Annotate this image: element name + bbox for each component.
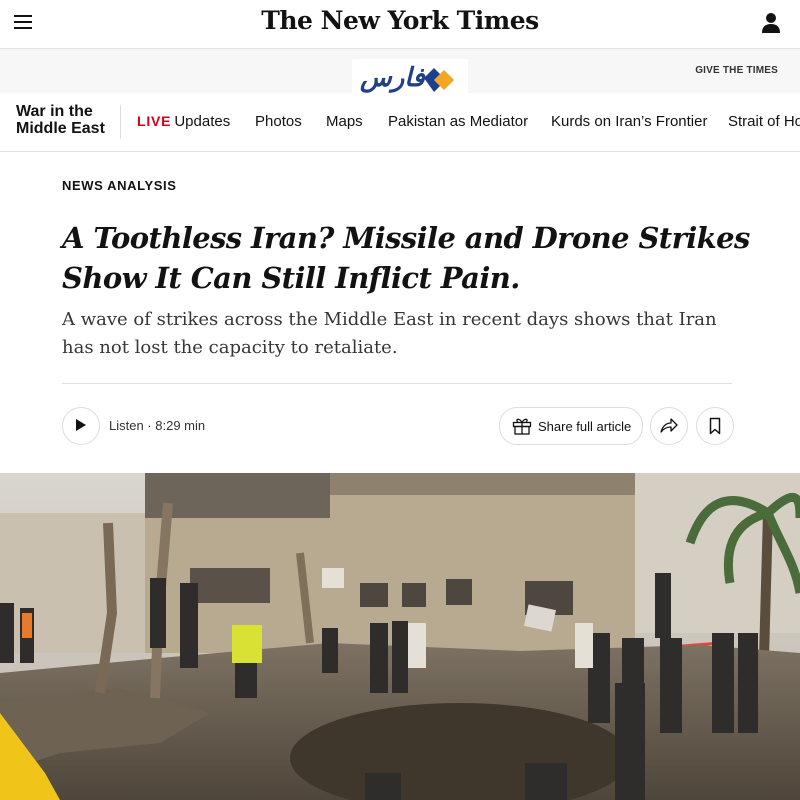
lead-photo-illustration xyxy=(0,473,800,800)
nav-item-pakistan-mediator[interactable]: Pakistan as Mediator xyxy=(388,113,528,130)
nav-item-maps[interactable]: Maps xyxy=(326,113,363,130)
give-the-times-link[interactable]: GIVE THE TIMES xyxy=(695,65,778,76)
lead-photo xyxy=(0,473,800,800)
nav-item-strait[interactable]: Strait of Ho xyxy=(728,113,800,130)
play-icon xyxy=(76,419,86,431)
section-title[interactable]: War in the Middle East xyxy=(16,103,126,137)
masthead-logo[interactable]: The New York Times xyxy=(0,6,800,35)
share-full-article-label: Share full article xyxy=(538,419,632,434)
nav-item-photos[interactable]: Photos xyxy=(255,113,302,130)
article-headline: A Toothless Iran? Missile and Drone Stri… xyxy=(62,221,750,295)
section-title-line1: War in the xyxy=(16,103,93,120)
header-rule xyxy=(62,383,732,384)
nav-item-kurds-frontier[interactable]: Kurds on Iran’s Frontier xyxy=(551,113,707,130)
section-nav: War in the Middle East LIVE Updates Photo… xyxy=(0,93,800,152)
top-bar: The New York Times xyxy=(0,0,800,48)
live-badge: LIVE xyxy=(137,113,172,129)
article-summary: A wave of strikes across the Middle East… xyxy=(62,309,717,358)
article-kicker: NEWS ANALYSIS xyxy=(62,178,177,193)
listen-duration: Listen · 8:29 min xyxy=(109,418,206,433)
share-full-article-button[interactable]: Share full article xyxy=(499,407,643,445)
nav-updates-label: Updates xyxy=(174,113,231,130)
listen-play-button[interactable] xyxy=(62,407,100,445)
fars-wordmark: فارس xyxy=(360,63,425,93)
save-bookmark-button[interactable] xyxy=(696,407,734,445)
gift-icon xyxy=(512,418,532,435)
bookmark-icon xyxy=(709,417,721,435)
fars-diamond-icon xyxy=(424,68,454,92)
section-divider xyxy=(120,105,121,139)
nav-item-live-updates[interactable]: LIVE Updates xyxy=(137,113,230,130)
account-icon[interactable] xyxy=(762,12,780,34)
share-button[interactable] xyxy=(650,407,688,445)
share-arrow-icon xyxy=(660,418,678,433)
section-title-line2: Middle East xyxy=(16,120,105,137)
